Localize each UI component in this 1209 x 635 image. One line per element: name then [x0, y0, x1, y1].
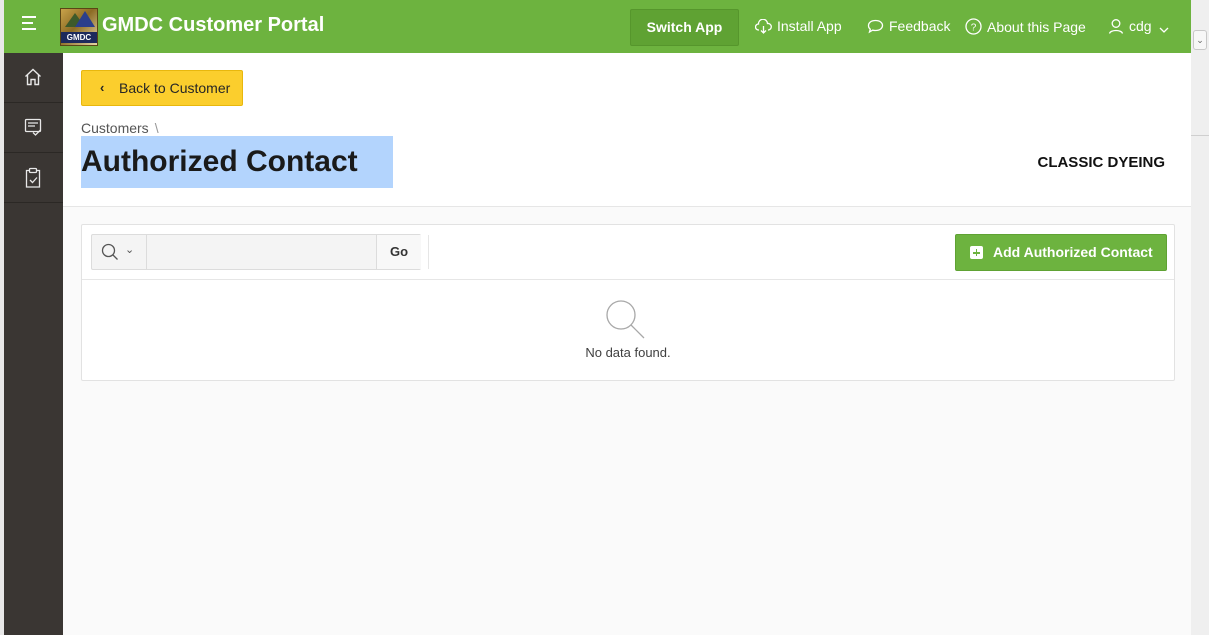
nav-item-checklist[interactable] [4, 103, 63, 153]
main-content: ‹ Back to Customer Customers \ Authorized… [63, 53, 1191, 635]
user-icon [1108, 19, 1124, 34]
app-title[interactable]: GMDC Customer Portal [102, 14, 324, 37]
chevron-down-icon: ⌄ [125, 244, 135, 256]
report-toolbar: ⌄ Go Add Authorized Contact [82, 225, 1174, 280]
nav-item-home[interactable] [4, 53, 63, 103]
page-title: Authorized Contact [81, 136, 393, 188]
search-bar: ⌄ Go [91, 234, 421, 270]
svg-text:?: ? [971, 22, 977, 33]
window-edge-right: ⌄ [1190, 0, 1209, 635]
top-header: GMDC GMDC Customer Portal Switch App Ins… [4, 0, 1191, 53]
search-icon [101, 243, 118, 260]
user-menu[interactable]: cdg [1108, 18, 1169, 34]
no-data-search-icon [606, 300, 645, 339]
go-button[interactable]: Go [376, 235, 421, 269]
nav-item-clipboard[interactable] [4, 153, 63, 203]
help-circle-icon: ? [965, 18, 982, 35]
checklist-icon [24, 118, 42, 136]
chevron-down-icon[interactable]: ⌄ [1193, 30, 1207, 50]
side-nav [4, 53, 63, 635]
customer-name: CLASSIC DYEING [1037, 154, 1165, 171]
app-logo[interactable]: GMDC [60, 8, 98, 46]
chevron-left-icon: ‹ [100, 80, 105, 95]
divider [1191, 135, 1209, 136]
back-to-customer-button[interactable]: ‹ Back to Customer [81, 70, 243, 106]
no-data-message: No data found. [585, 345, 671, 360]
plus-square-icon [970, 246, 983, 259]
search-column-selector[interactable]: ⌄ [92, 235, 147, 269]
add-authorized-contact-button[interactable]: Add Authorized Contact [955, 234, 1167, 271]
breadcrumb-customers-link[interactable]: Customers [81, 120, 149, 136]
speech-bubble-icon [867, 19, 884, 34]
cloud-download-icon [754, 18, 772, 34]
switch-app-button[interactable]: Switch App [630, 9, 739, 46]
home-icon [25, 68, 41, 86]
feedback-link[interactable]: Feedback [867, 18, 950, 34]
clipboard-check-icon [25, 167, 41, 188]
toolbar-divider [428, 235, 429, 269]
chevron-down-icon [1160, 27, 1169, 33]
search-input[interactable] [147, 235, 375, 269]
breadcrumb-separator: \ [154, 120, 159, 136]
about-page-link[interactable]: ? About this Page [965, 18, 1086, 35]
page-header-region: ‹ Back to Customer Customers \ Authorized… [63, 53, 1191, 207]
breadcrumb: Customers \ [81, 120, 159, 136]
active-indicator [4, 53, 7, 102]
menu-toggle-icon[interactable] [22, 16, 42, 36]
install-app-link[interactable]: Install App [754, 18, 842, 34]
authorized-contacts-report: ⌄ Go Add Authorized Contact No data foun… [81, 224, 1175, 381]
